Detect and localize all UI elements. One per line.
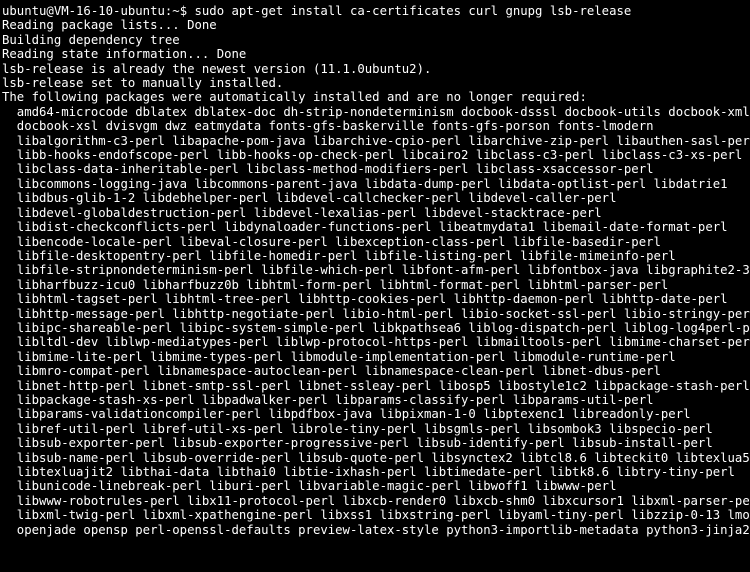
prompt-path: ~ [172, 4, 179, 18]
prompt-user-host: ubuntu@VM-16-10-ubuntu [2, 4, 165, 18]
prompt-symbol: $ [180, 4, 187, 18]
output-lines: Reading package lists... Done Building d… [2, 18, 750, 536]
command-text: sudo apt-get install ca-certificates cur… [195, 4, 632, 18]
terminal-output[interactable]: ubuntu@VM-16-10-ubuntu:~$ sudo apt-get i… [0, 0, 750, 541]
prompt: ubuntu@VM-16-10-ubuntu:~$ [2, 4, 195, 18]
